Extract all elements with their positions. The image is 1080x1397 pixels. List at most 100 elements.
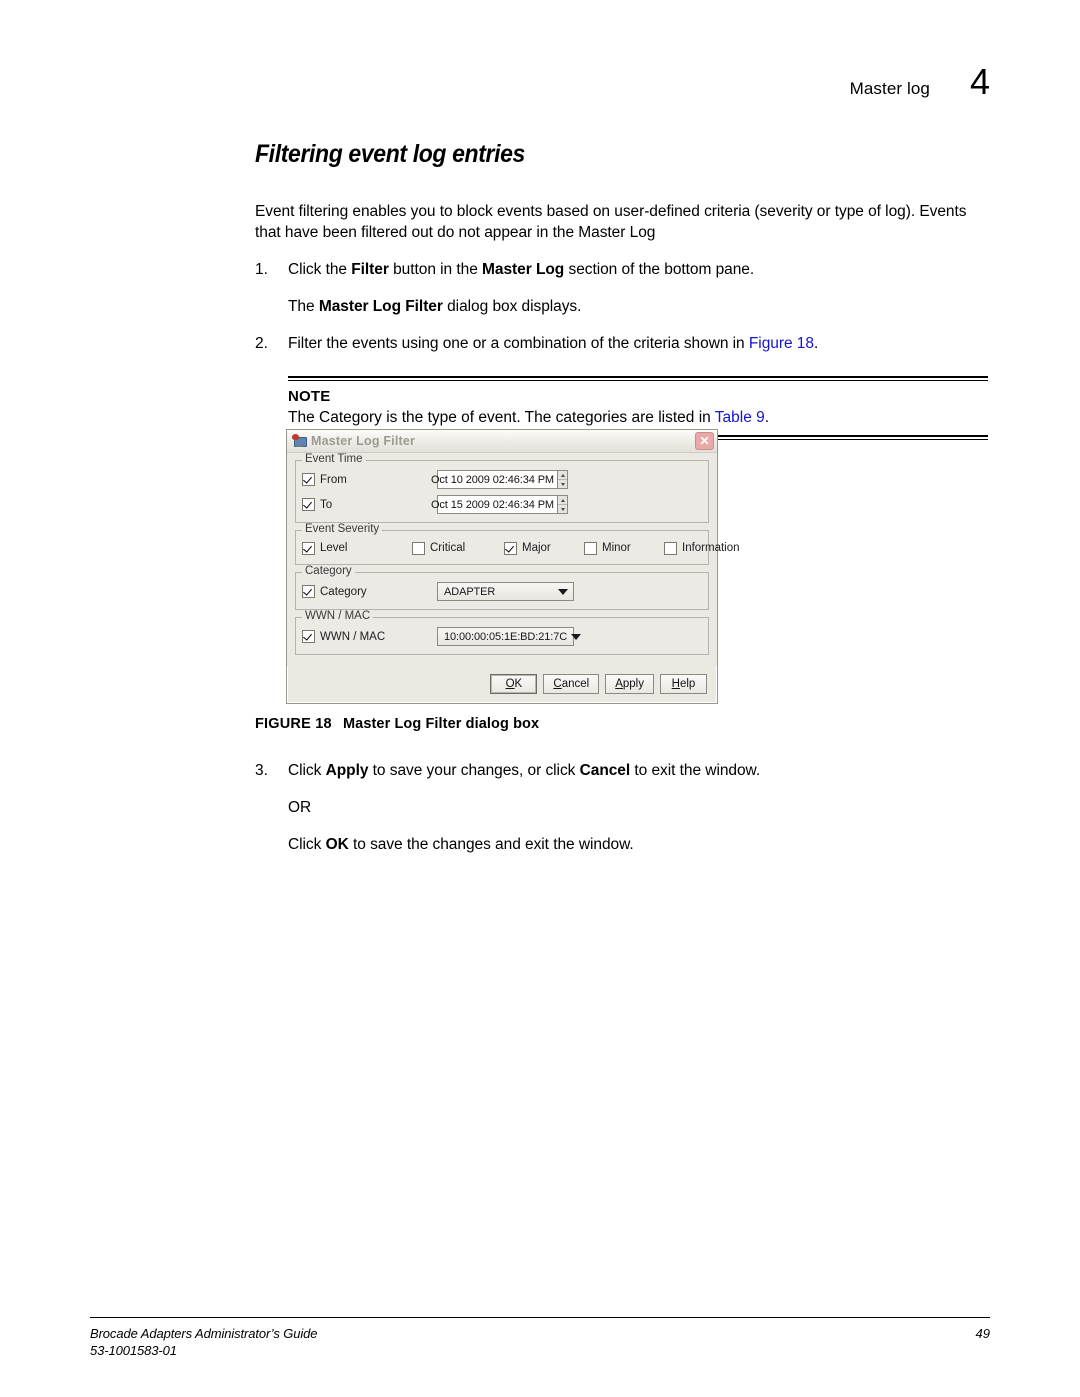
group-category: Category Category ADAPTER	[295, 565, 709, 610]
step-1-text: Click the Filter button in the Master Lo…	[288, 259, 990, 280]
dialog-body: Event Time From Oct 10 2009 02:46:34 PM	[287, 453, 740, 666]
category-dropdown-value: ADAPTER	[444, 585, 496, 598]
running-head: Master log	[849, 79, 930, 98]
checkbox-critical[interactable]	[412, 541, 425, 555]
group-event-time: Event Time From Oct 10 2009 02:46:34 PM	[295, 453, 709, 523]
checkbox-information[interactable]	[664, 541, 677, 555]
step-2: 2. Filter the events using one or a comb…	[255, 333, 990, 354]
step-3-text: Click Apply to save your changes, or cli…	[288, 760, 990, 781]
ok-button-rest: K	[514, 678, 523, 690]
table-9-xref[interactable]: Table 9	[715, 409, 765, 426]
label-information: Information	[682, 542, 740, 554]
document-number: 53-1001583-01	[90, 1343, 177, 1358]
step-1-prefix: Click the	[288, 261, 352, 278]
severity-critical: Critical	[412, 541, 504, 555]
note-label: NOTE	[288, 388, 331, 405]
step-3-mid: to save your changes, or click	[368, 762, 580, 779]
severity-information: Information	[664, 541, 740, 555]
datetime-spinner-to[interactable]: Oct 15 2009 02:46:34 PM	[431, 495, 568, 514]
checkbox-level[interactable]	[302, 541, 315, 555]
group-wwn-mac: WWN / MAC WWN / MAC 10:00:00:05:1E:BD:21…	[295, 610, 709, 655]
spinner-down-icon-to[interactable]	[558, 505, 567, 513]
page-footer: Brocade Adapters Administrator’s Guide 5…	[90, 1317, 990, 1359]
application-icon	[292, 434, 307, 448]
row-from: From Oct 10 2009 02:46:34 PM	[302, 469, 702, 490]
chevron-down-icon	[571, 633, 582, 640]
apply-button-mnemonic: A	[615, 678, 623, 690]
cancel-button[interactable]: Cancel	[543, 674, 600, 694]
dialog-titlebar[interactable]: Master Log Filter ✕	[287, 430, 717, 453]
severity-major: Major	[504, 541, 584, 555]
step-1-suffix: section of the bottom pane.	[564, 261, 755, 278]
step-3-suffix: to exit the window.	[630, 762, 761, 779]
datetime-value-from[interactable]: Oct 10 2009 02:46:34 PM	[431, 470, 557, 489]
label-to: To	[320, 498, 333, 511]
datetime-spinner-from[interactable]: Oct 10 2009 02:46:34 PM	[431, 470, 568, 489]
step-1-mid: button in the	[388, 261, 483, 278]
note-text-suffix: .	[764, 409, 770, 426]
step-2-text: Filter the events using one or a combina…	[288, 333, 990, 354]
guide-title: Brocade Adapters Administrator’s Guide	[90, 1326, 318, 1341]
ok-button[interactable]: OK	[490, 674, 538, 694]
note-text: The Category is the type of event. The c…	[288, 407, 988, 428]
step-3-or: OR	[288, 799, 312, 816]
intro-paragraph: Event filtering enables you to block eve…	[255, 201, 990, 243]
page-header: Master log 4	[850, 64, 990, 100]
label-minor: Minor	[602, 542, 631, 554]
step-3: 3. Click Apply to save your changes, or …	[255, 760, 990, 781]
datetime-value-to[interactable]: Oct 15 2009 02:46:34 PM	[431, 495, 557, 514]
severity-level: Level	[302, 541, 412, 555]
step-1-result: The Master Log Filter dialog box display…	[288, 296, 990, 317]
step-3-alt-prefix: Click	[288, 836, 326, 853]
group-title-event-severity: Event Severity	[302, 523, 383, 535]
page-title: Filtering event log entries	[255, 140, 525, 168]
spinner-buttons-from[interactable]	[557, 470, 568, 489]
apply-button[interactable]: Apply	[605, 674, 654, 694]
figure-number: FIGURE 18	[255, 716, 332, 732]
chapter-number: 4	[969, 61, 990, 102]
label-from: From	[320, 473, 347, 486]
step-1-bold-master-log: Master Log	[482, 261, 565, 278]
ok-button-mnemonic: O	[505, 678, 515, 690]
figure-18-xref[interactable]: Figure 18	[749, 335, 814, 352]
wwn-mac-dropdown-value: 10:00:00:05:1E:BD:21:7C	[444, 630, 568, 643]
step-1-bold-filter: Filter	[351, 261, 389, 278]
checkbox-wwn-mac[interactable]	[302, 630, 315, 643]
close-icon[interactable]: ✕	[695, 432, 714, 450]
step-2-number: 2.	[255, 335, 268, 352]
step-2-prefix: Filter the events using one or a combina…	[288, 335, 749, 352]
row-category: Category ADAPTER	[302, 581, 702, 602]
spinner-down-icon-from[interactable]	[558, 480, 567, 488]
note-text-prefix: The Category is the type of event. The c…	[288, 409, 715, 426]
step-2-suffix: .	[813, 335, 819, 352]
label-wwn-mac: WWN / MAC	[320, 630, 386, 643]
step-3-bold-cancel: Cancel	[579, 762, 631, 779]
wwn-mac-dropdown[interactable]: 10:00:00:05:1E:BD:21:7C	[437, 627, 582, 646]
spinner-buttons-to[interactable]	[557, 495, 568, 514]
checkbox-minor[interactable]	[584, 541, 597, 555]
main-content: Filtering event log entries Event filter…	[255, 140, 990, 440]
row-to: To Oct 15 2009 02:46:34 PM	[302, 494, 702, 515]
category-dropdown[interactable]: ADAPTER	[437, 582, 574, 601]
dialog-title: Master Log Filter	[311, 434, 416, 448]
step-1-number: 1.	[255, 261, 268, 278]
footer-left: Brocade Adapters Administrator’s Guide 5…	[90, 1325, 318, 1359]
checkbox-to[interactable]	[302, 498, 315, 511]
cancel-button-mnemonic: C	[553, 678, 562, 690]
step-3-number: 3.	[255, 762, 268, 779]
checkbox-major[interactable]	[504, 541, 517, 555]
checkbox-from[interactable]	[302, 473, 315, 486]
step-3-bold-apply: Apply	[325, 762, 369, 779]
checkbox-category[interactable]	[302, 585, 315, 598]
help-button[interactable]: Help	[660, 674, 707, 694]
step-1: 1. Click the Filter button in the Master…	[255, 259, 990, 280]
spinner-up-icon-from[interactable]	[558, 471, 567, 480]
apply-button-rest: pply	[622, 678, 644, 690]
step-3-prefix: Click	[288, 762, 326, 779]
severity-row: Level Critical Major Minor Information	[302, 539, 740, 557]
step-3-alt-bold-ok: OK	[325, 836, 349, 853]
figure-title: Master Log Filter dialog box	[343, 716, 540, 732]
figure-caption: FIGURE 18 Master Log Filter dialog box	[255, 716, 539, 732]
spinner-up-icon-to[interactable]	[558, 496, 567, 505]
step-3-alt-suffix: to save the changes and exit the window.	[348, 836, 634, 853]
